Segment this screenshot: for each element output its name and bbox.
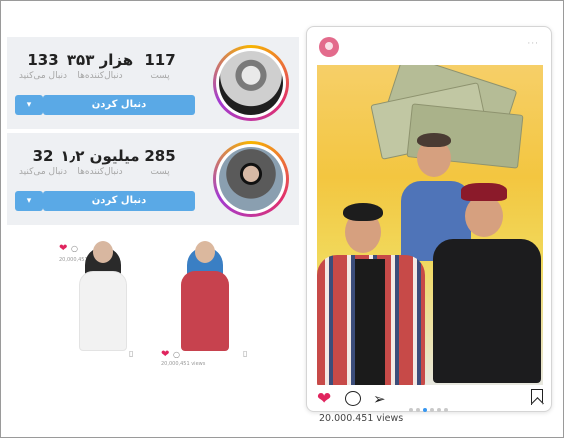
bookmark-icon[interactable]: ▯ (129, 349, 133, 358)
send-icon[interactable]: ➢ (373, 389, 386, 409)
profile-card-2: 285 پست ۱٫۲ میلیون دنبال‌کننده‌ها 32 دنب… (7, 133, 299, 225)
following-stat[interactable]: 32 دنبال می‌کنید (7, 147, 79, 177)
mini-post-2[interactable]: ❤ ○ 20,000,451 views ▯ (155, 237, 255, 367)
avatar (219, 51, 283, 115)
post-views: 20.000.451 views (319, 413, 404, 424)
chevron-down-icon: ▾ (26, 196, 32, 206)
following-label: دنبال می‌کنید (18, 71, 68, 81)
following-stat[interactable]: 133 دنبال می‌کنید (7, 51, 79, 81)
profile-avatar-ring[interactable] (213, 45, 289, 121)
carousel-dot (437, 408, 441, 412)
person-figure (429, 183, 541, 383)
dropdown-button[interactable]: ▾ (15, 95, 43, 115)
instagram-post: ··· ❤ ➢ 20.000.451 views (306, 26, 552, 424)
carousel-dot (423, 408, 427, 412)
bookmark-icon[interactable]: ▯ (243, 349, 247, 358)
heart-icon[interactable]: ❤ (161, 349, 169, 360)
post-actions: ❤ ➢ (317, 389, 543, 412)
carousel-dot (430, 408, 434, 412)
carousel-dots (409, 397, 451, 416)
chevron-down-icon: ▾ (26, 100, 32, 110)
profile-avatar-ring[interactable] (213, 141, 289, 217)
carousel-dot (444, 408, 448, 412)
carousel-dot (409, 408, 413, 412)
comment-icon[interactable]: ○ (173, 350, 180, 359)
follow-button[interactable]: دنبال کردن (43, 95, 195, 115)
heart-icon[interactable]: ❤ (317, 389, 331, 409)
following-count: 133 (27, 51, 59, 69)
mini-post-1[interactable]: ❤ ○ 20,000,451 views ▯ (53, 237, 153, 365)
post-avatar[interactable] (319, 37, 339, 57)
person-figure (317, 197, 427, 385)
more-options-icon[interactable]: ··· (527, 39, 539, 49)
avatar (219, 147, 283, 211)
screenshot-frame: 117 پست ۳۵۳ هزار دنبال‌کننده‌ها 133 دنبا… (0, 0, 564, 438)
heart-icon[interactable]: ❤ (59, 243, 67, 254)
post-photo (177, 241, 233, 353)
post-image[interactable] (317, 65, 543, 385)
post-photo (75, 241, 131, 353)
mini-views: 20,000,451 views (161, 361, 206, 367)
following-count: 32 (32, 147, 54, 165)
profile-card-1: 117 پست ۳۵۳ هزار دنبال‌کننده‌ها 133 دنبا… (7, 37, 299, 129)
following-label: دنبال می‌کنید (18, 167, 68, 177)
follow-button[interactable]: دنبال کردن (43, 191, 195, 211)
comment-icon[interactable] (345, 391, 361, 406)
dropdown-button[interactable]: ▾ (15, 191, 43, 211)
carousel-dot (416, 408, 420, 412)
bookmark-icon[interactable] (531, 389, 543, 405)
